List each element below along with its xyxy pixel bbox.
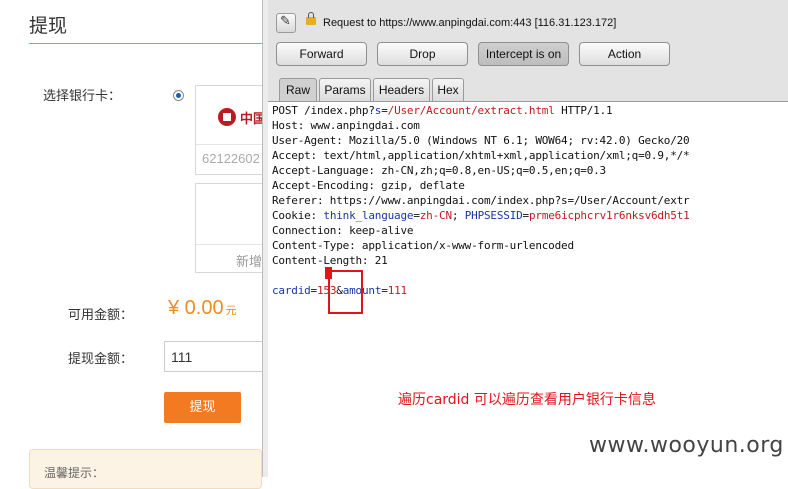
amount-unit: 元 [225, 305, 237, 317]
withdraw-amount-input[interactable]: 111 [164, 341, 262, 372]
action-button[interactable]: Action [579, 42, 670, 66]
header-referer: Referer: https://www.anpingdai.com/index… [272, 194, 690, 207]
available-amount-value: ¥ 0.00 [168, 297, 224, 319]
withdraw-page: 提现 选择银行卡： 中国 62122602 新增 可用金额： ¥ 0.00 元 提… [0, 0, 276, 489]
header-content-length: Content-Length: 21 [272, 254, 388, 267]
card-radio[interactable] [173, 90, 184, 101]
header-accept-encoding: Accept-Encoding: gzip, deflate [272, 179, 465, 192]
header-content-type: Content-Type: application/x-www-form-url… [272, 239, 574, 252]
header-connection: Connection: keep-alive [272, 224, 414, 237]
add-card-label: 新增 [236, 255, 263, 270]
withdraw-button[interactable]: 提现 [164, 392, 241, 423]
pencil-icon: ✎ [280, 14, 291, 29]
forward-button[interactable]: Forward [276, 42, 367, 66]
request-line: POST /index.php?s=/User/Account/extract.… [272, 104, 613, 117]
cardid-highlight-box [328, 270, 363, 314]
bank-logo-icon [218, 108, 236, 126]
watermark: www.wooyun.org [589, 433, 784, 458]
page-title: 提现 [29, 15, 68, 37]
request-target: Request to https://www.anpingdai.com:443… [323, 17, 617, 29]
tip-box: 温馨提示： [29, 449, 262, 489]
raw-request-editor[interactable]: POST /index.php?s=/User/Account/extract.… [268, 101, 788, 477]
withdraw-amount-label: 提现金额： [68, 352, 134, 367]
tip-title: 温馨提示： [44, 466, 105, 480]
burp-intercept-window: ✎ Request to https://www.anpingdai.com:4… [262, 0, 788, 477]
annotation-text: 遍历cardid 可以遍历查看用户银行卡信息 [398, 392, 656, 408]
select-card-label: 选择银行卡： [43, 89, 122, 104]
header-cookie: Cookie: think_language=zh-CN; PHPSESSID=… [272, 209, 690, 222]
tab-params[interactable]: Params [319, 78, 371, 101]
available-amount-label: 可用金额： [68, 308, 134, 323]
header-accept: Accept: text/html,application/xhtml+xml,… [272, 149, 690, 162]
drop-button[interactable]: Drop [377, 42, 468, 66]
tab-hex[interactable]: Hex [432, 78, 464, 101]
header-user-agent: User-Agent: Mozilla/5.0 (Windows NT 6.1;… [272, 134, 690, 147]
available-amount: ¥ 0.00 元 [168, 297, 237, 320]
header-accept-language: Accept-Language: zh-CN,zh;q=0.8,en-US;q=… [272, 164, 606, 177]
intercept-toggle-button[interactable]: Intercept is on [478, 42, 569, 66]
card-number: 62122602 [202, 151, 260, 166]
lock-icon [306, 12, 316, 25]
tab-headers[interactable]: Headers [373, 78, 430, 101]
tab-raw[interactable]: Raw [279, 78, 317, 101]
title-divider [29, 43, 262, 44]
edit-button[interactable]: ✎ [276, 13, 296, 33]
header-host: Host: www.anpingdai.com [272, 119, 420, 132]
